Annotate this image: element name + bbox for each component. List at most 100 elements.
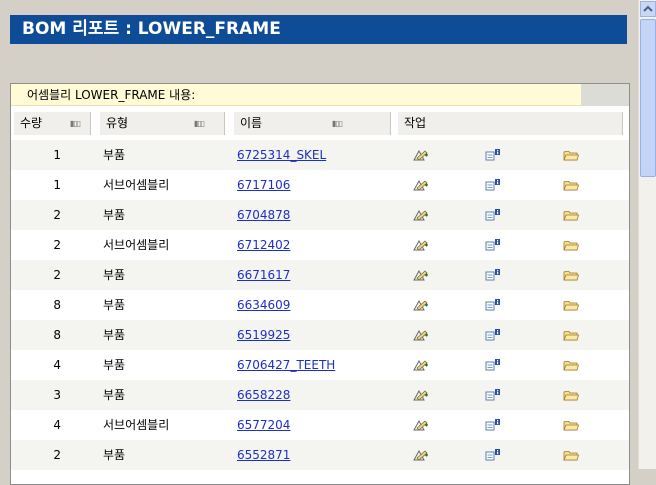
sort-icon[interactable]: ▮▯▯ <box>70 120 81 128</box>
row-type: 부품 <box>103 208 126 222</box>
part-link[interactable]: 6725314_SKEL <box>237 148 326 162</box>
info-icon[interactable] <box>485 149 501 161</box>
table-row: 3 부품 6658228 <box>11 380 629 410</box>
edit-icon[interactable] <box>413 179 429 191</box>
column-header-qty[interactable]: 수량 ▮▯▯ <box>13 112 91 135</box>
edit-icon[interactable] <box>413 419 429 431</box>
row-type: 부품 <box>103 448 126 462</box>
row-qty: 8 <box>53 298 61 312</box>
part-link[interactable]: 6704878 <box>237 208 290 222</box>
info-icon[interactable] <box>485 299 501 311</box>
table-row: 4 부품 6706427_TEETH <box>11 350 629 380</box>
column-header-type-label: 유형 <box>106 116 129 130</box>
row-name: 6671617 <box>237 260 397 290</box>
table-row: 2 부품 6704878 <box>11 200 629 230</box>
info-icon[interactable] <box>485 389 501 401</box>
row-name: 6552871 <box>237 440 397 470</box>
part-link[interactable]: 6658228 <box>237 388 290 402</box>
column-header-action-label: 작업 <box>404 116 427 130</box>
row-name: 6717106 <box>237 170 397 200</box>
part-link[interactable]: 6671617 <box>237 268 290 282</box>
part-link[interactable]: 6634609 <box>237 298 290 312</box>
sort-icon[interactable]: ▮▯▯ <box>194 120 205 128</box>
row-qty: 2 <box>53 448 61 462</box>
row-name: 6706427_TEETH <box>237 350 397 380</box>
row-type: 서브어셈블리 <box>103 418 170 432</box>
scroll-thumb[interactable] <box>640 19 656 177</box>
row-qty: 2 <box>53 208 61 222</box>
info-icon[interactable] <box>485 449 501 461</box>
part-link[interactable]: 6577204 <box>237 418 290 432</box>
row-name: 6658228 <box>237 380 397 410</box>
column-header-name[interactable]: 이름 ▮▯▯ <box>233 112 391 135</box>
folder-icon[interactable] <box>563 419 579 431</box>
row-name: 6725314_SKEL <box>237 140 397 170</box>
row-qty: 1 <box>53 178 61 192</box>
edit-icon[interactable] <box>413 299 429 311</box>
info-icon[interactable] <box>485 269 501 281</box>
info-icon[interactable] <box>485 239 501 251</box>
edit-icon[interactable] <box>413 389 429 401</box>
part-link[interactable]: 6717106 <box>237 178 290 192</box>
row-type: 서브어셈블리 <box>103 178 170 192</box>
edit-icon[interactable] <box>413 149 429 161</box>
row-qty: 4 <box>53 418 61 432</box>
info-icon[interactable] <box>485 209 501 221</box>
panel-header: 어셈블리 LOWER_FRAME 내용: <box>11 84 581 106</box>
folder-icon[interactable] <box>563 269 579 281</box>
edit-icon[interactable] <box>413 269 429 281</box>
page-title: BOM 리포트 : LOWER_FRAME <box>10 15 627 44</box>
folder-icon[interactable] <box>563 329 579 341</box>
table-row: 2 부품 6552871 <box>11 440 629 470</box>
scroll-up-button[interactable] <box>640 1 656 17</box>
row-qty: 1 <box>53 148 61 162</box>
column-header-type[interactable]: 유형 ▮▯▯ <box>99 112 225 135</box>
table-row: 8 부품 6634609 <box>11 290 629 320</box>
column-header-action: 작업 <box>397 112 623 135</box>
page: BOM 리포트 : LOWER_FRAME 어셈블리 LOWER_FRAME 내… <box>0 0 638 485</box>
row-type: 부품 <box>103 298 126 312</box>
info-icon[interactable] <box>485 329 501 341</box>
row-name: 6519925 <box>237 320 397 350</box>
info-icon[interactable] <box>485 419 501 431</box>
folder-icon[interactable] <box>563 449 579 461</box>
info-icon[interactable] <box>485 359 501 371</box>
table-row: 1 부품 6725314_SKEL <box>11 140 629 170</box>
row-qty: 2 <box>53 238 61 252</box>
part-link[interactable]: 6552871 <box>237 448 290 462</box>
folder-icon[interactable] <box>563 389 579 401</box>
folder-icon[interactable] <box>563 359 579 371</box>
table-header: 수량 ▮▯▯ 유형 ▮▯▯ 이름 ▮▯▯ 작업 <box>11 109 629 140</box>
part-link[interactable]: 6706427_TEETH <box>237 358 335 372</box>
table-row: 8 부품 6519925 <box>11 320 629 350</box>
folder-icon[interactable] <box>563 239 579 251</box>
row-type: 부품 <box>103 388 126 402</box>
folder-icon[interactable] <box>563 209 579 221</box>
edit-icon[interactable] <box>413 239 429 251</box>
part-link[interactable]: 6712402 <box>237 238 290 252</box>
vertical-scrollbar[interactable] <box>638 0 656 469</box>
bom-panel: 어셈블리 LOWER_FRAME 내용: 수량 ▮▯▯ 유형 ▮▯▯ 이름 ▮▯… <box>10 83 630 485</box>
row-qty: 3 <box>53 388 61 402</box>
folder-icon[interactable] <box>563 149 579 161</box>
edit-icon[interactable] <box>413 329 429 341</box>
part-link[interactable]: 6519925 <box>237 328 290 342</box>
row-qty: 8 <box>53 328 61 342</box>
row-name: 6577204 <box>237 410 397 440</box>
folder-icon[interactable] <box>563 179 579 191</box>
row-type: 부품 <box>103 148 126 162</box>
edit-icon[interactable] <box>413 359 429 371</box>
info-icon[interactable] <box>485 179 501 191</box>
column-header-name-label: 이름 <box>240 116 263 130</box>
row-name: 6634609 <box>237 290 397 320</box>
edit-icon[interactable] <box>413 449 429 461</box>
edit-icon[interactable] <box>413 209 429 221</box>
sort-icon[interactable]: ▮▯▯ <box>332 120 343 128</box>
table-row: 4 서브어셈블리 6577204 <box>11 410 629 440</box>
row-type: 서브어셈블리 <box>103 238 170 252</box>
folder-icon[interactable] <box>563 299 579 311</box>
table-row: 1 서브어셈블리 6717106 <box>11 170 629 200</box>
row-type: 부품 <box>103 358 126 372</box>
panel-header-filler <box>581 84 629 106</box>
row-name: 6704878 <box>237 200 397 230</box>
